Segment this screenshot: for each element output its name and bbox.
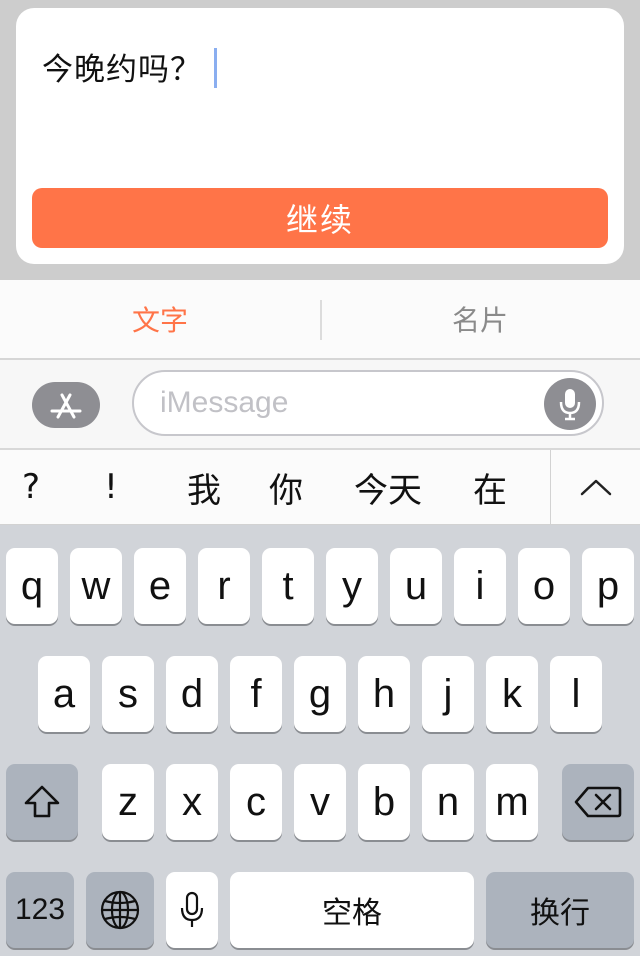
key[interactable]: u: [390, 548, 442, 624]
delete-key[interactable]: [562, 764, 634, 840]
key[interactable]: s: [102, 656, 154, 732]
tab-business-card[interactable]: 名片: [320, 280, 640, 358]
imessage-bar: iMessage: [0, 360, 640, 450]
key[interactable]: m: [486, 764, 538, 840]
app-store-icon: [50, 393, 82, 419]
dictation-button[interactable]: [544, 378, 596, 430]
candidate-item[interactable]: 今天: [340, 450, 436, 524]
key[interactable]: h: [358, 656, 410, 732]
microphone-icon: [180, 891, 204, 927]
key[interactable]: q: [6, 548, 58, 624]
key[interactable]: o: [518, 548, 570, 624]
mode-tabs: 文字 名片: [0, 280, 640, 360]
key[interactable]: n: [422, 764, 474, 840]
key[interactable]: e: [134, 548, 186, 624]
dictation-key[interactable]: [166, 872, 218, 948]
key[interactable]: w: [70, 548, 122, 624]
globe-key[interactable]: [86, 872, 154, 948]
return-key[interactable]: 换行: [486, 872, 634, 948]
key[interactable]: i: [454, 548, 506, 624]
candidate-item[interactable]: 你: [254, 450, 318, 524]
key[interactable]: c: [230, 764, 282, 840]
key[interactable]: k: [486, 656, 538, 732]
continue-button[interactable]: 继续: [32, 188, 608, 248]
backspace-icon: [574, 786, 622, 818]
key[interactable]: g: [294, 656, 346, 732]
key[interactable]: a: [38, 656, 90, 732]
key[interactable]: t: [262, 548, 314, 624]
candidate-bar: ? ! 我 你 今天 在: [0, 450, 640, 525]
candidate-item[interactable]: 我: [172, 450, 236, 524]
key[interactable]: j: [422, 656, 474, 732]
key[interactable]: x: [166, 764, 218, 840]
key[interactable]: l: [550, 656, 602, 732]
candidate-item[interactable]: !: [86, 450, 136, 524]
key[interactable]: r: [198, 548, 250, 624]
imessage-input[interactable]: iMessage: [132, 370, 604, 436]
text-cursor: [214, 48, 217, 88]
numbers-key[interactable]: 123: [6, 872, 74, 948]
microphone-icon: [559, 389, 581, 421]
expand-candidates-button[interactable]: [551, 450, 640, 524]
globe-icon: [100, 890, 140, 930]
chevron-up-icon: [580, 479, 611, 496]
key[interactable]: f: [230, 656, 282, 732]
shift-icon: [24, 785, 60, 818]
candidate-item[interactable]: ?: [6, 450, 56, 524]
key[interactable]: p: [582, 548, 634, 624]
compose-area: 今晚约吗？ 继续: [0, 0, 640, 280]
key[interactable]: z: [102, 764, 154, 840]
key[interactable]: b: [358, 764, 410, 840]
compose-card: 今晚约吗？ 继续: [16, 8, 624, 264]
message-text[interactable]: 今晚约吗？: [42, 44, 202, 89]
keyboard: q w e r t y u i o p a s d f g h j k l z …: [0, 525, 640, 956]
key[interactable]: d: [166, 656, 218, 732]
candidate-item[interactable]: 在: [456, 450, 524, 524]
space-key[interactable]: 空格: [230, 872, 474, 948]
key[interactable]: v: [294, 764, 346, 840]
shift-key[interactable]: [6, 764, 78, 840]
app-store-button[interactable]: [32, 382, 100, 428]
imessage-placeholder: iMessage: [160, 386, 289, 419]
key[interactable]: y: [326, 548, 378, 624]
tab-text[interactable]: 文字: [0, 280, 320, 358]
